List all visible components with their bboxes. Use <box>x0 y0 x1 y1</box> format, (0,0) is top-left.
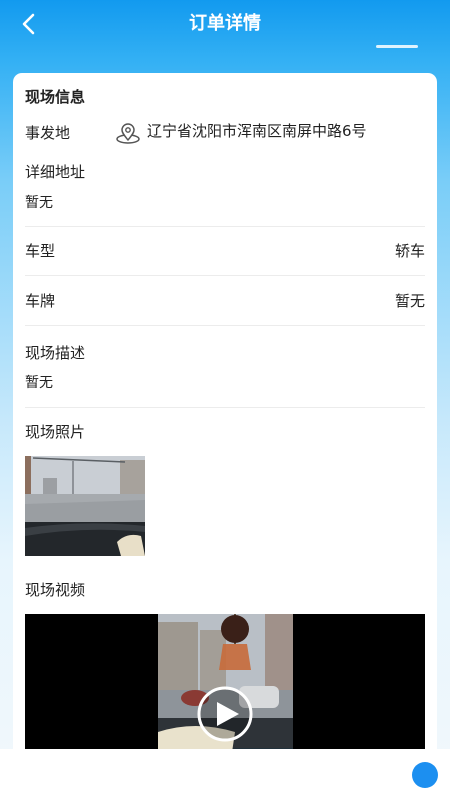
description-value: 暂无 <box>25 375 53 391</box>
scene-photo-thumbnail[interactable] <box>25 456 145 556</box>
header-bar: 订单详情 <box>0 0 450 48</box>
plate-value: 暂无 <box>394 292 425 310</box>
tab-indicator <box>376 45 418 48</box>
page-title: 订单详情 <box>189 13 261 34</box>
photos-label: 现场照片 <box>25 423 86 441</box>
floating-action-button[interactable] <box>412 762 438 788</box>
vehicle-type-value: 轿车 <box>394 242 425 260</box>
back-button[interactable] <box>14 8 46 40</box>
video-label: 现场视频 <box>25 581 86 599</box>
detail-address-label: 详细地址 <box>25 163 86 181</box>
bottom-bar <box>0 749 450 800</box>
detail-address-value: 暂无 <box>25 195 53 211</box>
location-label: 事发地 <box>25 124 71 142</box>
section-title: 现场信息 <box>25 88 86 106</box>
divider <box>25 226 425 227</box>
location-value: 辽宁省沈阳市浑南区南屏中路6号 <box>147 122 367 140</box>
map-pin-icon <box>116 123 140 144</box>
divider <box>25 407 425 408</box>
divider <box>25 275 425 276</box>
description-label: 现场描述 <box>25 344 86 362</box>
plate-label: 车牌 <box>25 292 56 310</box>
chevron-left-icon <box>22 13 35 35</box>
order-detail-card: 现场信息 事发地 辽宁省沈阳市浑南区南屏中路6号 详细地址 暂无 车型 轿车 车… <box>13 73 437 793</box>
divider <box>25 325 425 326</box>
scene-photo-image <box>25 456 145 556</box>
vehicle-type-label: 车型 <box>25 242 56 260</box>
